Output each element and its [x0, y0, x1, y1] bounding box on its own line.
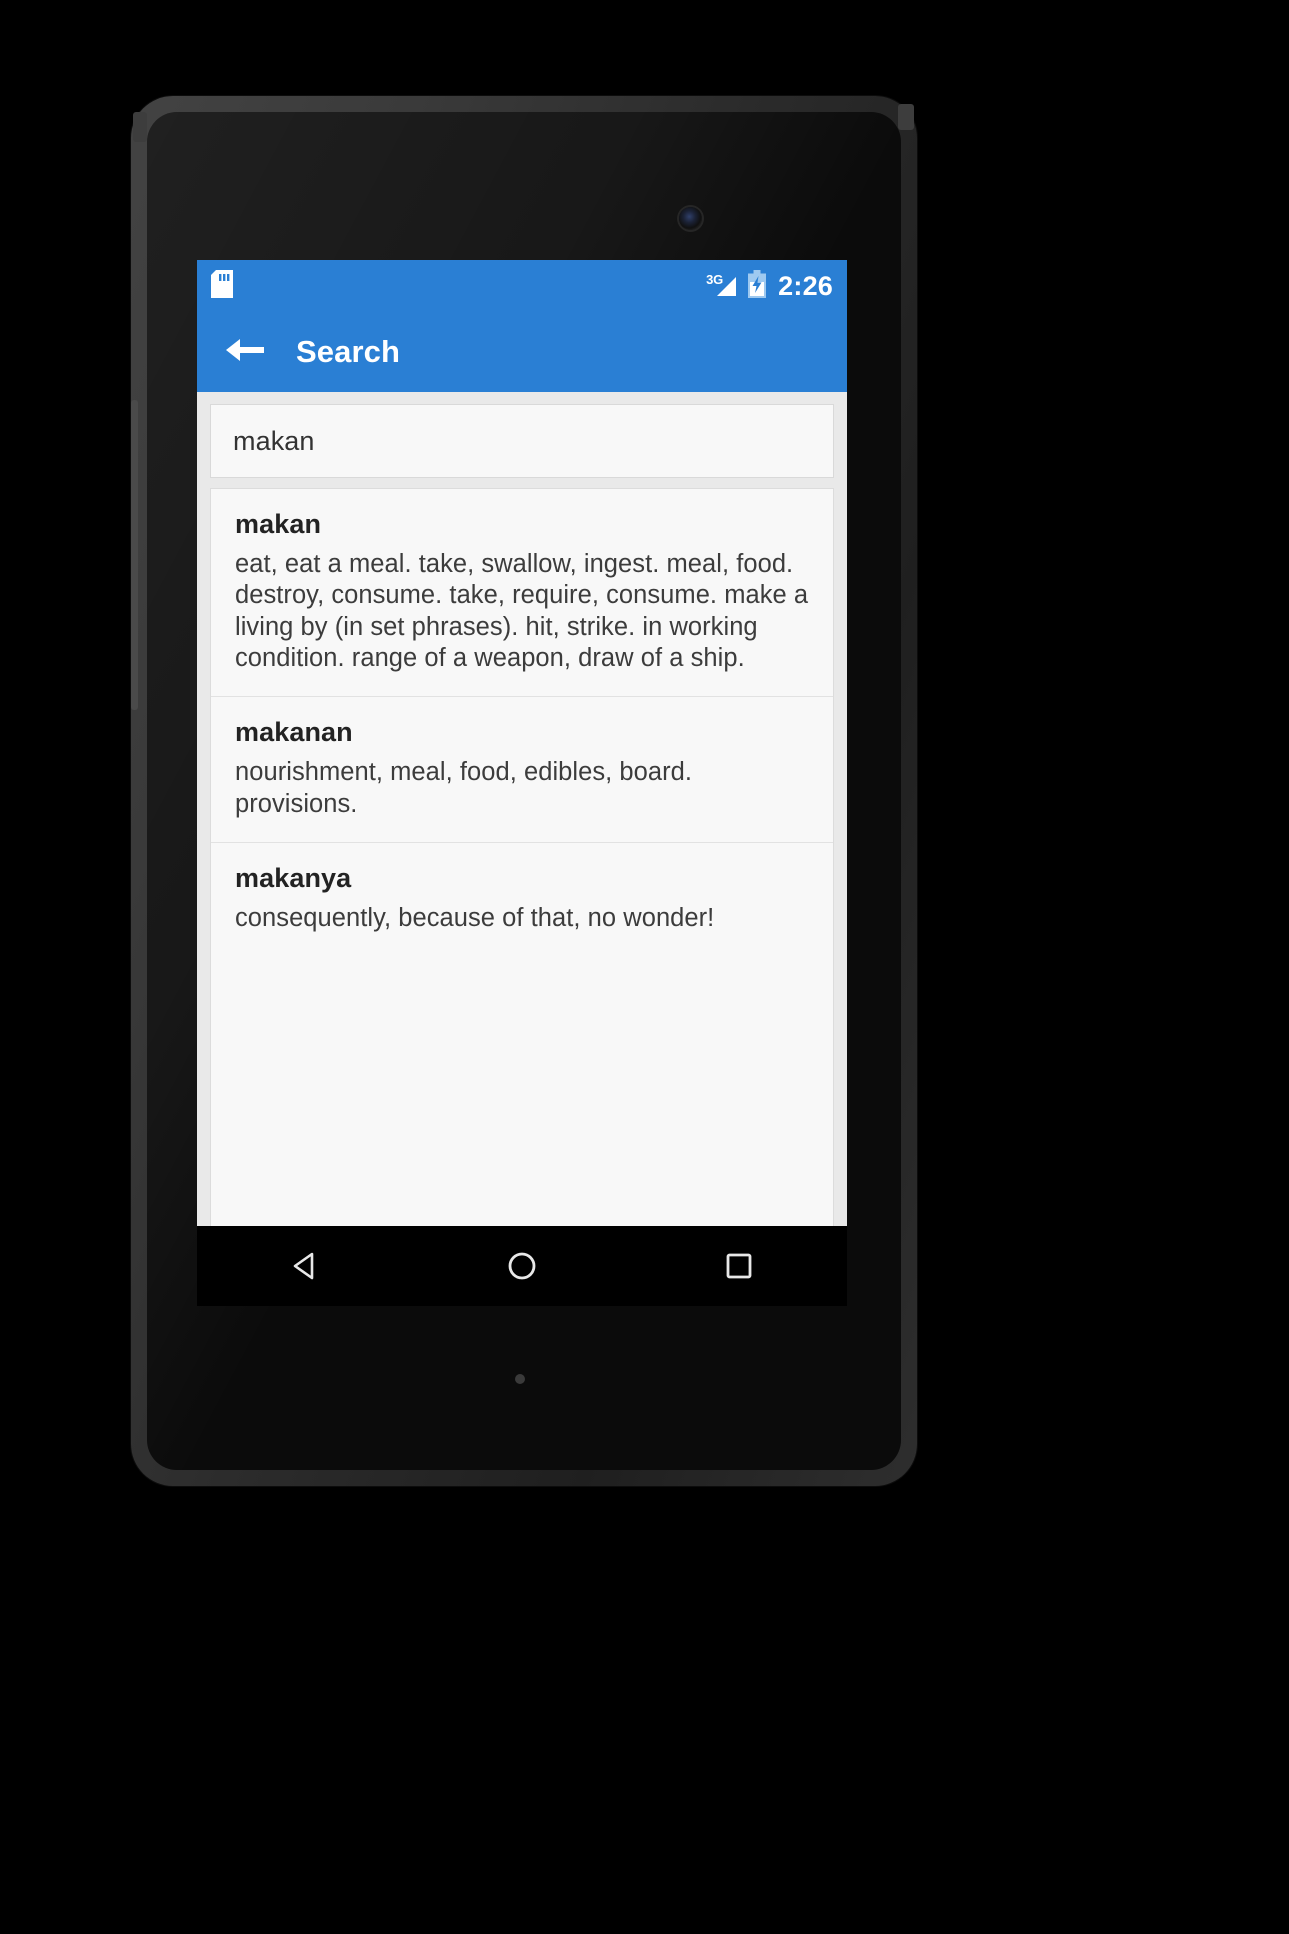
app-toolbar: Search — [197, 312, 847, 392]
device-bottom-sensor — [515, 1374, 525, 1384]
search-input[interactable]: makan — [210, 404, 834, 478]
search-input-value: makan — [233, 425, 315, 456]
result-term: makanan — [235, 717, 353, 748]
status-bar-clock: 2:26 — [778, 270, 833, 301]
device-side-nub-right — [898, 104, 914, 130]
page-title: Search — [296, 334, 400, 369]
app-content: makan makan eat, eat a meal. take, swall… — [197, 392, 847, 1305]
sd-card-icon — [211, 269, 233, 303]
status-bar-right-icons: 3G 2:26 — [706, 269, 833, 303]
signal-bars-icon: 3G — [706, 273, 737, 299]
list-item[interactable]: makan eat, eat a meal. take, swallow, in… — [211, 489, 833, 698]
device-side-nub-left — [133, 112, 147, 142]
nav-home-button[interactable] — [479, 1226, 565, 1306]
nav-back-button[interactable] — [262, 1226, 348, 1306]
status-bar: 3G 2:26 — [197, 260, 847, 312]
list-item[interactable]: makanan nourishment, meal, food, edibles… — [211, 697, 833, 844]
android-screen: 3G 2:26 Search makan makan eat, eat a me… — [197, 260, 847, 1305]
list-item[interactable]: makanya consequently, because of that, n… — [211, 843, 833, 956]
result-term: makan — [235, 509, 322, 539]
result-definition: nourishment, meal, food, edibles, board.… — [235, 758, 693, 818]
result-definition: consequently, because of that, no wonder… — [235, 904, 715, 933]
battery-charging-icon — [747, 269, 767, 303]
result-definition: eat, eat a meal. take, swallow, ingest. … — [235, 550, 809, 673]
back-arrow-icon[interactable] — [226, 336, 264, 369]
signal-triangle — [717, 277, 737, 296]
front-camera-lens — [679, 207, 702, 230]
device-volume-rocker[interactable] — [131, 400, 138, 710]
screenshot-root: 3G 2:26 Search makan makan eat, eat a me… — [0, 0, 1289, 1934]
android-navigation-bar — [197, 1226, 847, 1306]
status-bar-left-icons — [211, 269, 233, 303]
result-term: makanya — [235, 863, 352, 894]
search-results-list: makan eat, eat a meal. take, swallow, in… — [210, 488, 834, 1289]
nav-recents-button[interactable] — [696, 1226, 782, 1306]
